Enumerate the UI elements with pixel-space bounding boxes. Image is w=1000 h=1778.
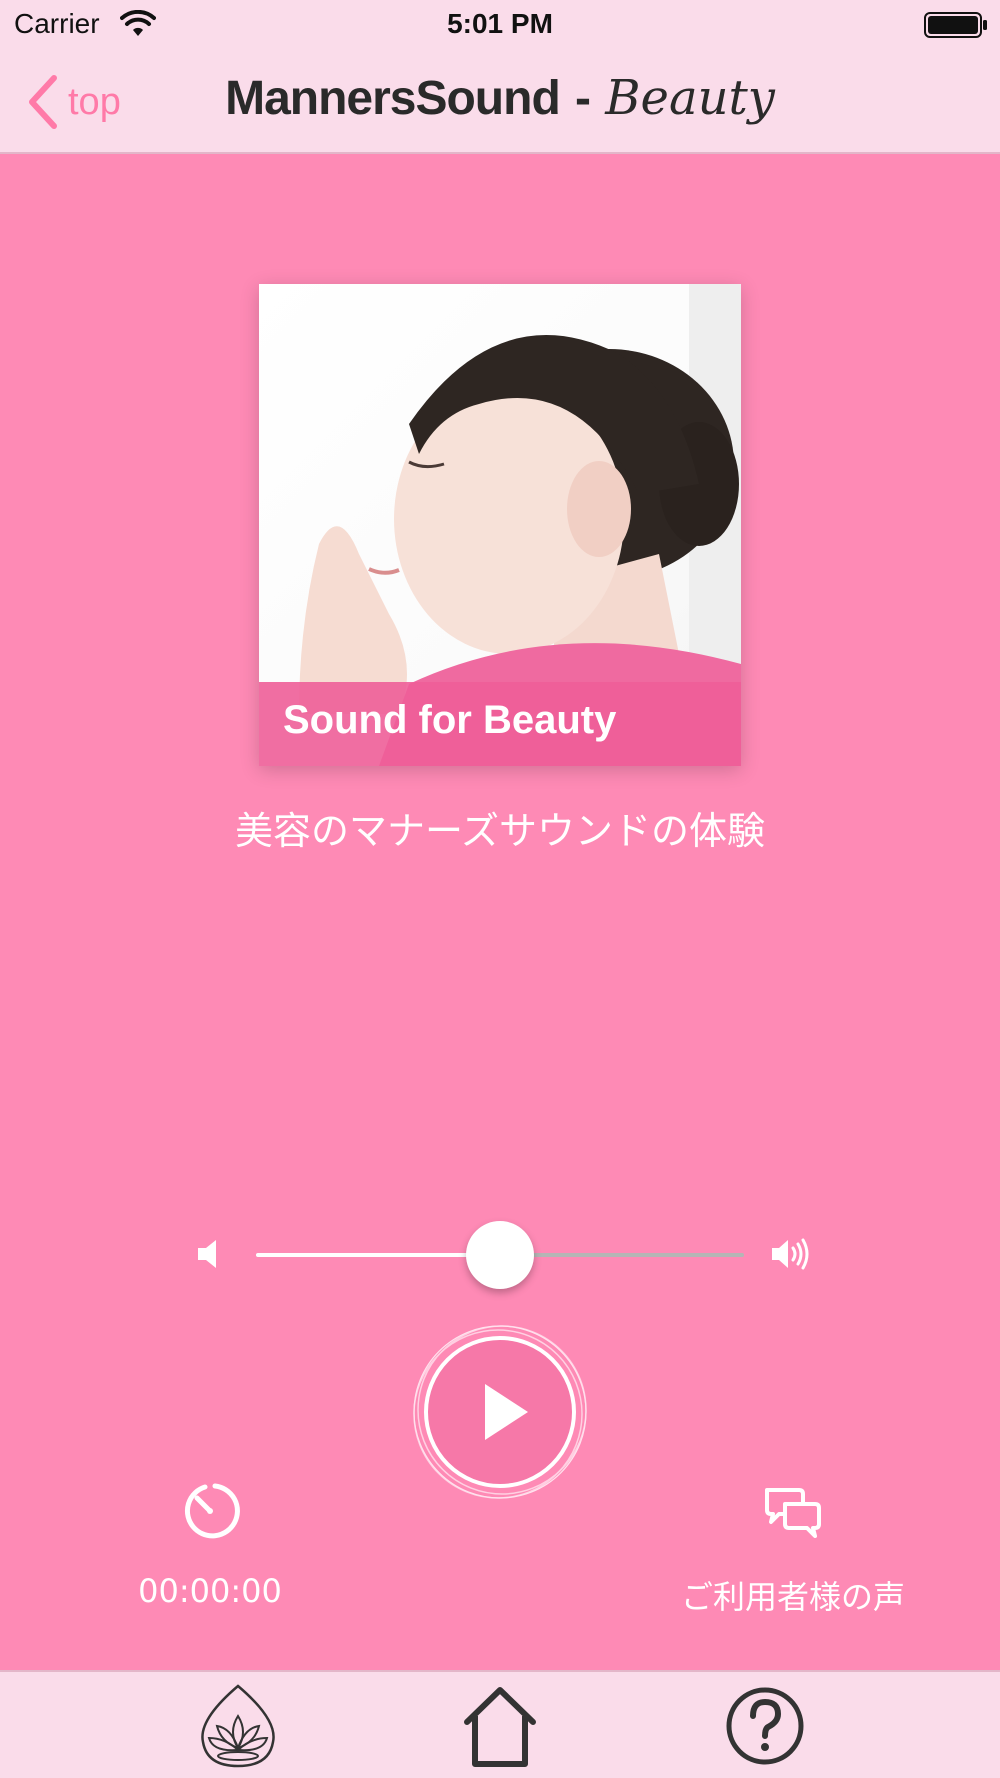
lotus-icon <box>201 1684 275 1768</box>
app-screen: Carrier 5:01 PM top MannersSound - Beaut… <box>0 0 1000 1778</box>
volume-fill <box>256 1253 500 1257</box>
status-bar: Carrier 5:01 PM <box>0 0 1000 50</box>
volume-slider[interactable] <box>256 1221 744 1289</box>
tab-bar <box>0 1670 1000 1778</box>
user-voices-button[interactable]: ご利用者様の声 <box>668 1484 918 1618</box>
volume-high-icon <box>772 1238 809 1270</box>
artwork-banner: Sound for Beauty <box>259 682 741 766</box>
album-artwork: Sound for Beauty <box>259 284 741 766</box>
tab-help[interactable] <box>720 1680 810 1770</box>
tab-home[interactable] <box>455 1680 545 1770</box>
volume-thumb[interactable] <box>466 1221 534 1289</box>
play-button[interactable] <box>410 1322 590 1502</box>
timer-button[interactable]: 00:00:00 <box>120 1480 300 1610</box>
track-title: 美容のマナーズサウンドの体験 <box>234 809 766 853</box>
chat-bubbles-icon <box>765 1488 821 1538</box>
title-separator: - <box>575 72 591 125</box>
title-main: MannersSound <box>225 72 561 125</box>
user-voices-label: ご利用者様の声 <box>680 1578 905 1616</box>
help-icon <box>726 1687 804 1765</box>
title-sub: Beauty <box>605 70 775 126</box>
artwork-banner-text: Sound for Beauty <box>283 698 617 742</box>
navigation-bar: top MannersSound - Beauty <box>0 50 1000 154</box>
timer-value: 00:00:00 <box>138 1572 282 1610</box>
tab-lotus[interactable] <box>193 1680 283 1770</box>
battery-icon <box>924 12 987 38</box>
page-title: MannersSound - Beauty <box>0 70 1000 126</box>
play-icon <box>413 1325 587 1499</box>
home-icon <box>464 1687 536 1767</box>
volume-low-icon <box>198 1240 216 1268</box>
status-time: 5:01 PM <box>447 8 553 39</box>
timer-icon <box>184 1483 240 1539</box>
